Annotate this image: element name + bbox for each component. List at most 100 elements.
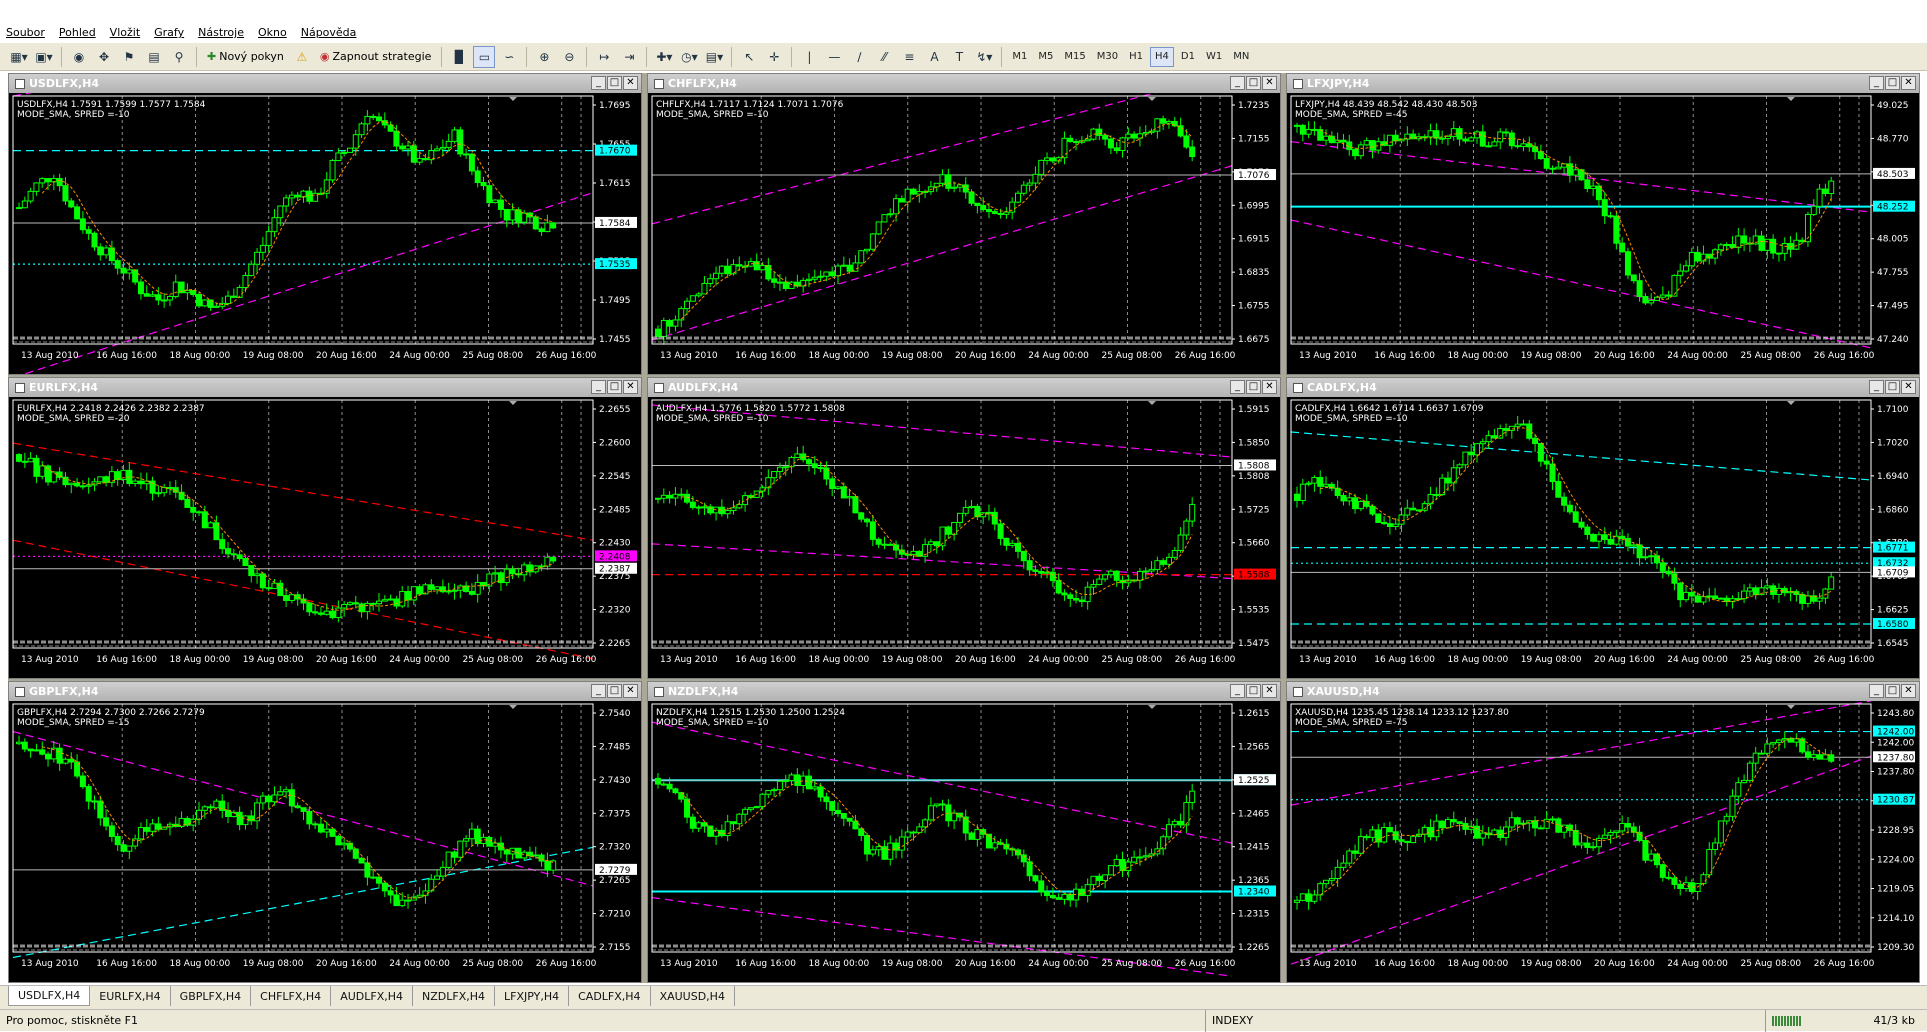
minimize-icon[interactable]: _ bbox=[1869, 684, 1884, 698]
timeframe-m1[interactable]: M1 bbox=[1008, 47, 1031, 67]
profiles-icon[interactable]: ▣▾ bbox=[33, 46, 55, 68]
minimize-icon[interactable]: _ bbox=[1869, 380, 1884, 394]
navigator-icon[interactable]: ✥ bbox=[93, 46, 115, 68]
chart-window-titlebar[interactable]: XAUUSD,H4 _ □ ✕ bbox=[1287, 682, 1919, 701]
tab-usdlfx[interactable]: USDLFX,H4 bbox=[8, 986, 91, 1006]
close-icon[interactable]: ✕ bbox=[623, 380, 638, 394]
fibonacci-icon[interactable]: ≡ bbox=[898, 46, 920, 68]
timeframe-h1[interactable]: H1 bbox=[1125, 47, 1147, 67]
menu-charts[interactable]: Grafy bbox=[154, 26, 184, 39]
tab-chflfx[interactable]: CHFLFX,H4 bbox=[251, 986, 332, 1006]
menu-file[interactable]: Soubor bbox=[6, 26, 45, 39]
folder-icon[interactable]: ⚑ bbox=[118, 46, 140, 68]
tab-gbplfx[interactable]: GBPLFX,H4 bbox=[171, 986, 252, 1006]
chart-window[interactable]: NZDLFX,H4 _ □ ✕ NZDLFX,H4 1.2515 1.2530 1.25… bbox=[647, 681, 1281, 983]
terminal-icon[interactable]: ▤ bbox=[143, 46, 165, 68]
tester-icon[interactable]: ⚲ bbox=[168, 46, 190, 68]
trendline-icon[interactable]: ∕ bbox=[848, 46, 870, 68]
chart-window-titlebar[interactable]: EURLFX,H4 _ □ ✕ bbox=[9, 378, 641, 397]
close-icon[interactable]: ✕ bbox=[1901, 76, 1916, 90]
close-icon[interactable]: ✕ bbox=[623, 76, 638, 90]
tab-eurlfx[interactable]: EURLFX,H4 bbox=[90, 986, 171, 1006]
close-icon[interactable]: ✕ bbox=[623, 684, 638, 698]
close-icon[interactable]: ✕ bbox=[1262, 380, 1277, 394]
minimize-icon[interactable]: _ bbox=[1230, 684, 1245, 698]
timeframe-m15[interactable]: M15 bbox=[1060, 47, 1089, 67]
maximize-icon[interactable]: □ bbox=[1246, 380, 1261, 394]
chart-window[interactable]: LFXJPY,H4 _ □ ✕ LFXJPY,H4 48.439 48.542 48.4… bbox=[1286, 73, 1920, 375]
periods-icon[interactable]: ◷▾ bbox=[678, 46, 700, 68]
maximize-icon[interactable]: □ bbox=[607, 380, 622, 394]
maximize-icon[interactable]: □ bbox=[1885, 684, 1900, 698]
candlestick-icon[interactable]: ▭ bbox=[473, 45, 496, 68]
timeframe-mn[interactable]: MN bbox=[1229, 47, 1253, 67]
minimize-icon[interactable]: _ bbox=[1230, 380, 1245, 394]
chart-shift-icon[interactable]: ⇥ bbox=[618, 46, 640, 68]
timeframe-m5[interactable]: M5 bbox=[1034, 47, 1057, 67]
chart-window[interactable]: AUDLFX,H4 _ □ ✕ AUDLFX,H4 1.5776 1.5820 1.57… bbox=[647, 377, 1281, 679]
minimize-icon[interactable]: _ bbox=[1230, 76, 1245, 90]
enable-strategies-button[interactable]: ◉ Zapnout strategie bbox=[316, 46, 436, 68]
tab-xauusd[interactable]: XAUUSD,H4 bbox=[651, 986, 735, 1006]
minimize-icon[interactable]: _ bbox=[1869, 76, 1884, 90]
zoom-in-icon[interactable]: ⊕ bbox=[533, 46, 555, 68]
crosshair-icon[interactable]: ✛ bbox=[763, 46, 785, 68]
close-icon[interactable]: ✕ bbox=[1262, 684, 1277, 698]
tab-cadlfx[interactable]: CADLFX,H4 bbox=[569, 986, 651, 1006]
menu-tools[interactable]: Nástroje bbox=[198, 26, 244, 39]
label-tool-icon[interactable]: T bbox=[948, 46, 970, 68]
new-order-button[interactable]: ✚ Nový pokyn bbox=[203, 46, 288, 68]
close-icon[interactable]: ✕ bbox=[1262, 76, 1277, 90]
maximize-icon[interactable]: □ bbox=[1885, 76, 1900, 90]
chart-window-titlebar[interactable]: AUDLFX,H4 _ □ ✕ bbox=[648, 378, 1280, 397]
timeframe-m30[interactable]: M30 bbox=[1093, 47, 1122, 67]
chart-window-titlebar[interactable]: LFXJPY,H4 _ □ ✕ bbox=[1287, 74, 1919, 93]
chart-window-titlebar[interactable]: CHFLFX,H4 _ □ ✕ bbox=[648, 74, 1280, 93]
minimize-icon[interactable]: _ bbox=[591, 684, 606, 698]
chart-window[interactable]: CHFLFX,H4 _ □ ✕ CHFLFX,H4 1.7117 1.7124 1.70… bbox=[647, 73, 1281, 375]
minimize-icon[interactable]: _ bbox=[591, 76, 606, 90]
tab-audlfx[interactable]: AUDLFX,H4 bbox=[331, 986, 413, 1006]
chart-window[interactable]: XAUUSD,H4 _ □ ✕ XAUUSD,H4 1235.45 1238.14 12… bbox=[1286, 681, 1920, 983]
warning-icon[interactable]: ⚠ bbox=[291, 46, 313, 68]
tab-lfxjpy[interactable]: LFXJPY,H4 bbox=[495, 986, 570, 1006]
autoscroll-icon[interactable]: ↦ bbox=[593, 46, 615, 68]
chart-window[interactable]: GBPLFX,H4 _ □ ✕ GBPLFX,H4 2.7294 2.7300 2.72… bbox=[8, 681, 642, 983]
close-icon[interactable]: ✕ bbox=[1901, 380, 1916, 394]
maximize-icon[interactable]: □ bbox=[607, 76, 622, 90]
maximize-icon[interactable]: □ bbox=[1246, 76, 1261, 90]
bar-chart-icon[interactable]: ▉ bbox=[448, 46, 470, 68]
templates-icon[interactable]: ▤▾ bbox=[703, 46, 725, 68]
maximize-icon[interactable]: □ bbox=[1885, 380, 1900, 394]
chart-window[interactable]: EURLFX,H4 _ □ ✕ EURLFX,H4 2.2418 2.2426 2.23… bbox=[8, 377, 642, 679]
maximize-icon[interactable]: □ bbox=[607, 684, 622, 698]
market-watch-icon[interactable]: ◉ bbox=[68, 46, 90, 68]
new-chart-icon[interactable]: ▦▾ bbox=[8, 46, 30, 68]
chart-window-titlebar[interactable]: NZDLFX,H4 _ □ ✕ bbox=[648, 682, 1280, 701]
chart-window-titlebar[interactable]: USDLFX,H4 _ □ ✕ bbox=[9, 74, 641, 93]
indicators-icon[interactable]: ✚▾ bbox=[653, 46, 675, 68]
menu-insert[interactable]: Vložit bbox=[110, 26, 140, 39]
close-icon[interactable]: ✕ bbox=[1901, 684, 1916, 698]
text-tool-icon[interactable]: A bbox=[923, 46, 945, 68]
channel-icon[interactable]: ⁄⁄ bbox=[873, 46, 895, 68]
horizontal-line-icon[interactable]: — bbox=[823, 46, 845, 68]
chart-window-titlebar[interactable]: GBPLFX,H4 _ □ ✕ bbox=[9, 682, 641, 701]
menu-view[interactable]: Pohled bbox=[59, 26, 96, 39]
menu-help[interactable]: Nápověda bbox=[301, 26, 357, 39]
minimize-icon[interactable]: _ bbox=[591, 380, 606, 394]
chart-window-titlebar[interactable]: CADLFX,H4 _ □ ✕ bbox=[1287, 378, 1919, 397]
chart-window[interactable]: CADLFX,H4 _ □ ✕ CADLFX,H4 1.6642 1.6714 1.66… bbox=[1286, 377, 1920, 679]
timeframe-h4[interactable]: H4 bbox=[1150, 46, 1174, 67]
tab-nzdlfx[interactable]: NZDLFX,H4 bbox=[413, 986, 495, 1006]
chart-window[interactable]: USDLFX,H4 _ □ ✕ USDLFX,H4 1.7591 1.7599 1.75… bbox=[8, 73, 642, 375]
timeframe-d1[interactable]: D1 bbox=[1177, 47, 1199, 67]
maximize-icon[interactable]: □ bbox=[1246, 684, 1261, 698]
zoom-out-icon[interactable]: ⊖ bbox=[558, 46, 580, 68]
menu-window[interactable]: Okno bbox=[258, 26, 287, 39]
vertical-line-icon[interactable]: | bbox=[798, 46, 820, 68]
timeframe-w1[interactable]: W1 bbox=[1202, 47, 1226, 67]
cursor-icon[interactable]: ↖ bbox=[738, 46, 760, 68]
arrows-icon[interactable]: ↯▾ bbox=[973, 46, 995, 68]
line-chart-icon[interactable]: ∽ bbox=[498, 46, 520, 68]
